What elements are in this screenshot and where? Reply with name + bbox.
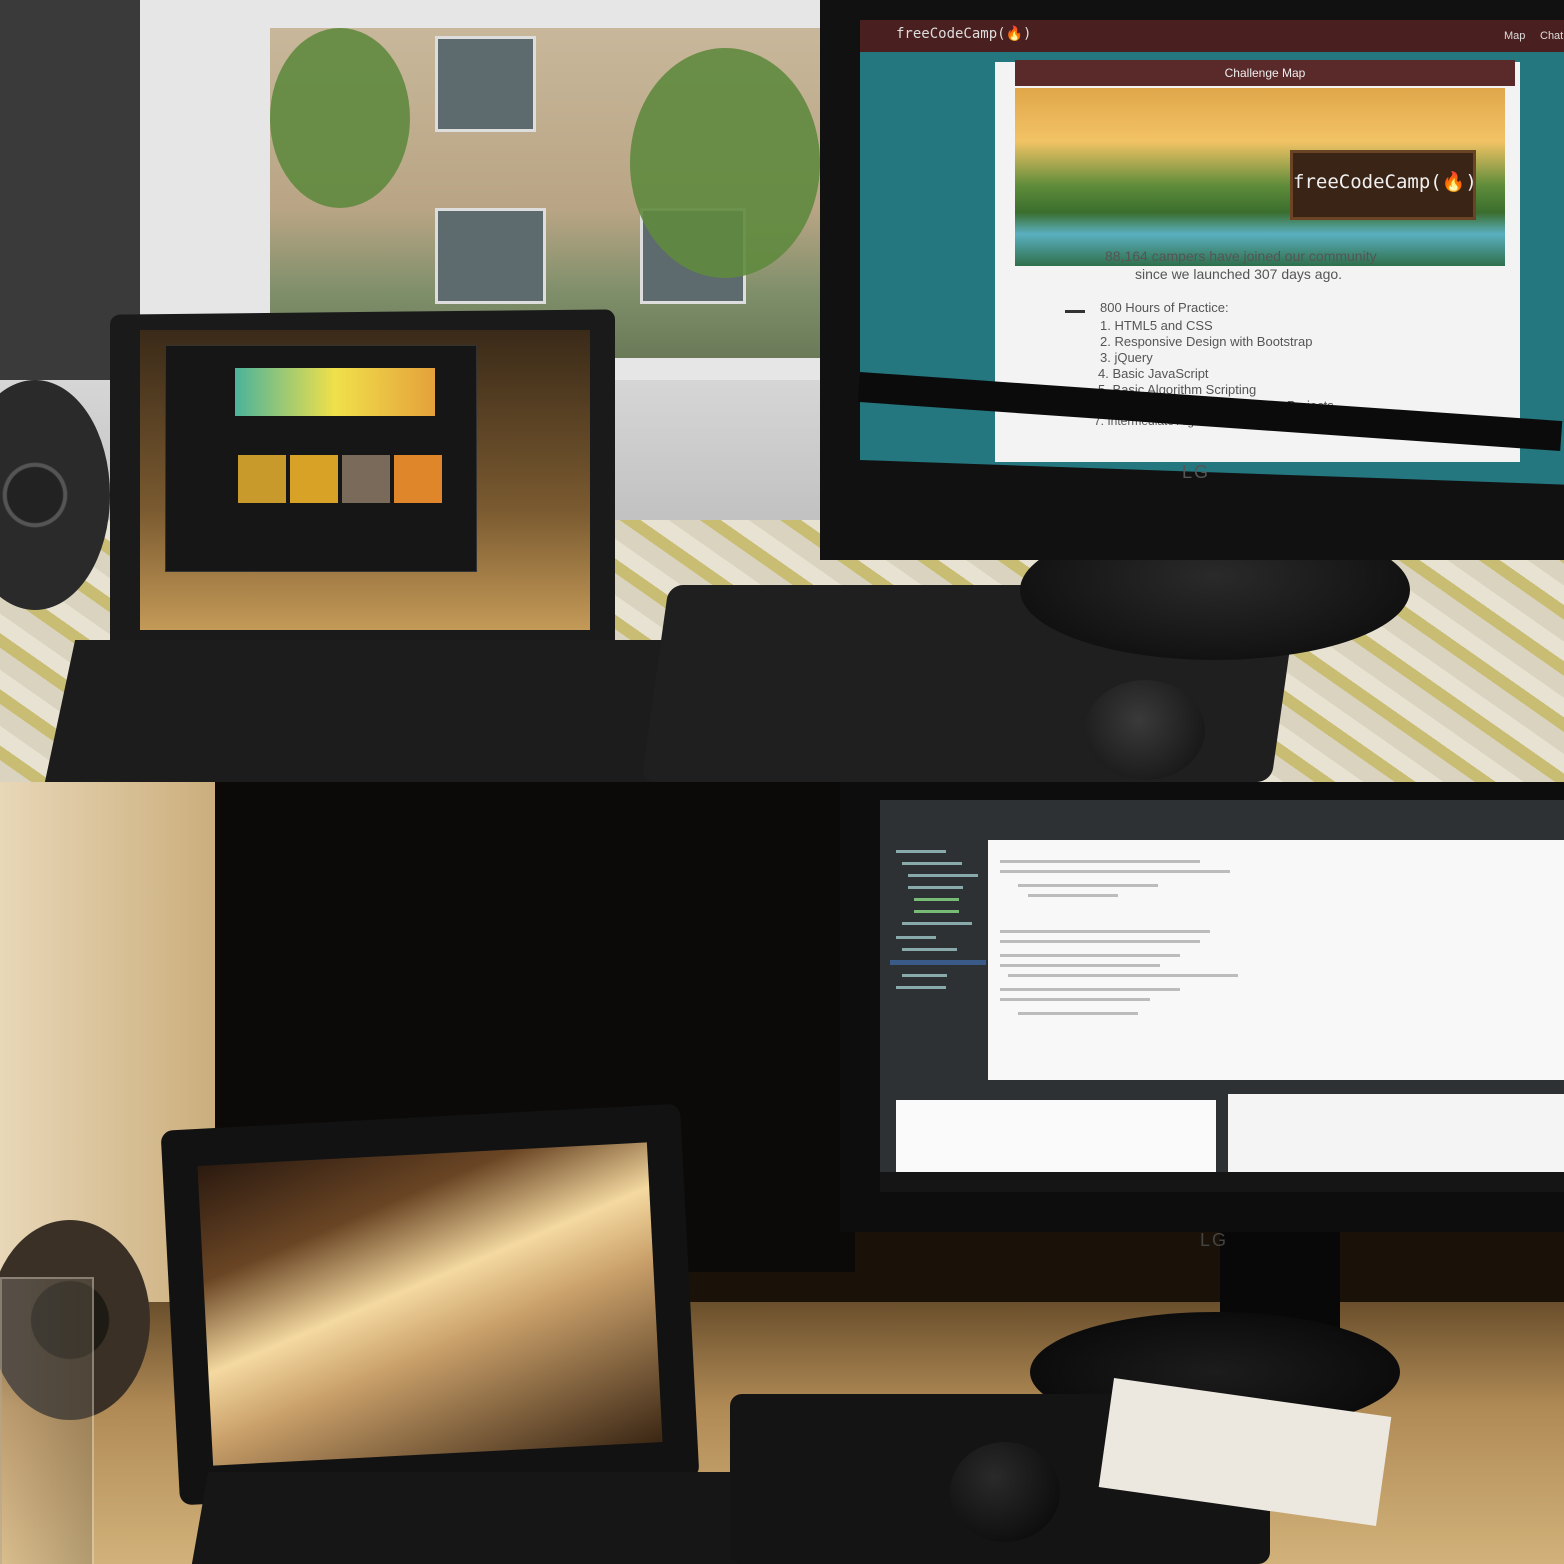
drinking-glass bbox=[0, 1277, 94, 1564]
windows-taskbar bbox=[880, 1172, 1564, 1192]
music-app-hero-banner bbox=[235, 368, 435, 416]
list-item[interactable]: 2. Responsive Design with Bootstrap bbox=[1100, 334, 1312, 349]
ide-project-tree bbox=[890, 840, 986, 1060]
practice-header: 800 Hours of Practice: bbox=[1100, 300, 1229, 315]
ide-side-panel[interactable] bbox=[1228, 1094, 1564, 1176]
album-card bbox=[394, 455, 442, 503]
album-card bbox=[238, 455, 286, 503]
banner-sign: freeCodeCamp(🔥) bbox=[1290, 150, 1477, 220]
album-card bbox=[342, 455, 390, 503]
monitor-brand-logo: LG bbox=[1182, 462, 1211, 482]
site-navbar: freeCodeCamp(🔥) Map Chat bbox=[860, 20, 1564, 52]
mouse bbox=[1085, 680, 1205, 780]
tablet-desktop-snowy-street-wallpaper bbox=[197, 1142, 663, 1466]
ide-code-editor[interactable] bbox=[988, 840, 1564, 1080]
nav-chat-link[interactable]: Chat bbox=[1540, 30, 1563, 42]
building-window bbox=[435, 208, 546, 304]
stats-line-2: since we launched 307 days ago. bbox=[1135, 266, 1343, 282]
list-item[interactable]: 4. Basic JavaScript bbox=[1098, 366, 1209, 381]
building-window bbox=[435, 36, 536, 132]
type-cover-keyboard bbox=[191, 1472, 809, 1564]
nighttime-desk-photo: LG bbox=[0, 782, 1564, 1564]
window-view bbox=[270, 28, 830, 358]
tree bbox=[630, 48, 820, 278]
list-item[interactable]: 1. HTML5 and CSS bbox=[1100, 318, 1213, 333]
tree bbox=[270, 28, 410, 208]
album-card bbox=[290, 455, 338, 503]
divider bbox=[1065, 310, 1085, 313]
ide-logcat-panel[interactable] bbox=[896, 1100, 1216, 1172]
stats-line-1: 88,164 campers have joined our community bbox=[1105, 248, 1377, 264]
monitor-brand-logo: LG bbox=[1200, 1230, 1229, 1250]
mouse bbox=[950, 1442, 1060, 1542]
type-cover-keyboard bbox=[44, 640, 716, 782]
site-logo[interactable]: freeCodeCamp(🔥) bbox=[896, 26, 1031, 42]
list-item[interactable]: 3. jQuery bbox=[1100, 350, 1153, 365]
card-title: Challenge Map bbox=[1015, 60, 1515, 86]
daytime-desk-photo: freeCodeCamp(🔥) Map Chat Challenge Map f… bbox=[0, 0, 1564, 782]
nav-map-link[interactable]: Map bbox=[1504, 30, 1525, 42]
